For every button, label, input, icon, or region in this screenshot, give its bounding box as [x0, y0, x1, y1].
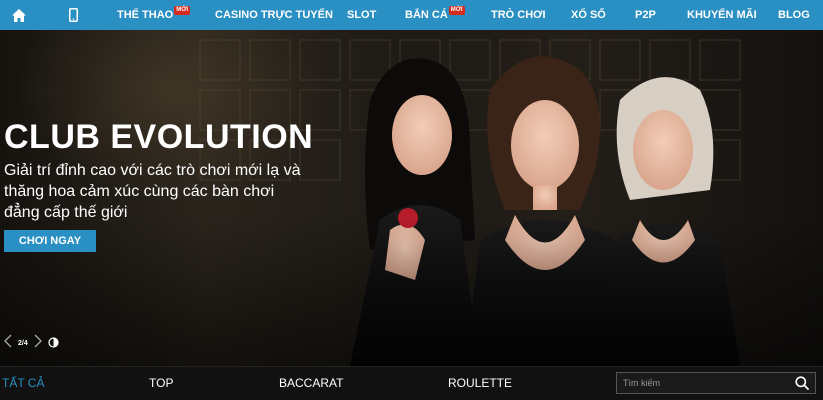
home-icon[interactable]	[4, 0, 34, 30]
hero-banner: CLUB EVOLUTION Giải trí đỉnh cao với các…	[0, 30, 823, 366]
nav-item-games[interactable]: TRÒ CHƠI	[491, 0, 546, 30]
nav-item-lottery[interactable]: XỔ SỐ	[571, 0, 606, 30]
hero-description: Giải trí đỉnh cao với các trò chơi mới l…	[4, 162, 301, 221]
chevron-right-icon[interactable]	[34, 334, 42, 353]
tab-all[interactable]: TẤT CẢ	[2, 376, 44, 390]
nav-item-p2p[interactable]: P2P	[635, 0, 656, 30]
carousel-pager: 2/4	[4, 334, 59, 353]
nav-item-label: XỔ SỐ	[571, 9, 606, 21]
slide-counter: 2/4	[18, 340, 28, 347]
search-input[interactable]	[617, 373, 787, 393]
new-badge: MỚI	[174, 5, 191, 15]
nav-item-label: CASINO TRỰC TUYẾN	[215, 9, 333, 21]
nav-item-label: SLOT	[347, 9, 377, 21]
nav-item-label: THỂ THAO	[117, 9, 174, 21]
tab-top[interactable]: TOP	[149, 376, 173, 390]
chevron-left-icon[interactable]	[4, 334, 12, 353]
tab-roulette[interactable]: ROULETTE	[448, 376, 512, 390]
nav-item-label: P2P	[635, 9, 656, 21]
nav-item-live-casino[interactable]: CASINO TRỰC TUYẾN	[215, 0, 333, 30]
nav-item-label: KHUYẾN MÃI	[687, 9, 757, 21]
search-box	[616, 372, 816, 394]
autoplay-toggle-icon[interactable]	[48, 335, 59, 353]
nav-item-promotions[interactable]: KHUYẾN MÃI	[687, 0, 757, 30]
top-nav: THỂ THAO MỚI CASINO TRỰC TUYẾN SLOT BẮN …	[0, 0, 823, 30]
mobile-phone-icon[interactable]	[58, 0, 88, 30]
tab-baccarat[interactable]: BACCARAT	[279, 376, 343, 390]
play-now-button[interactable]: CHƠI NGAY	[4, 230, 96, 252]
nav-item-label: BLOG	[778, 9, 810, 21]
new-badge: MỚI	[448, 5, 465, 15]
nav-item-fishing[interactable]: BẮN CÁ MỚI	[405, 0, 465, 30]
nav-item-label: TRÒ CHƠI	[491, 9, 546, 21]
search-icon[interactable]	[795, 376, 809, 390]
nav-item-slot[interactable]: SLOT	[347, 0, 376, 30]
nav-item-sports[interactable]: THỂ THAO MỚI	[117, 0, 191, 30]
nav-item-blog[interactable]: BLOG	[778, 0, 810, 30]
hero-title: CLUB EVOLUTION	[4, 118, 314, 156]
nav-item-label: BẮN CÁ	[405, 9, 448, 21]
